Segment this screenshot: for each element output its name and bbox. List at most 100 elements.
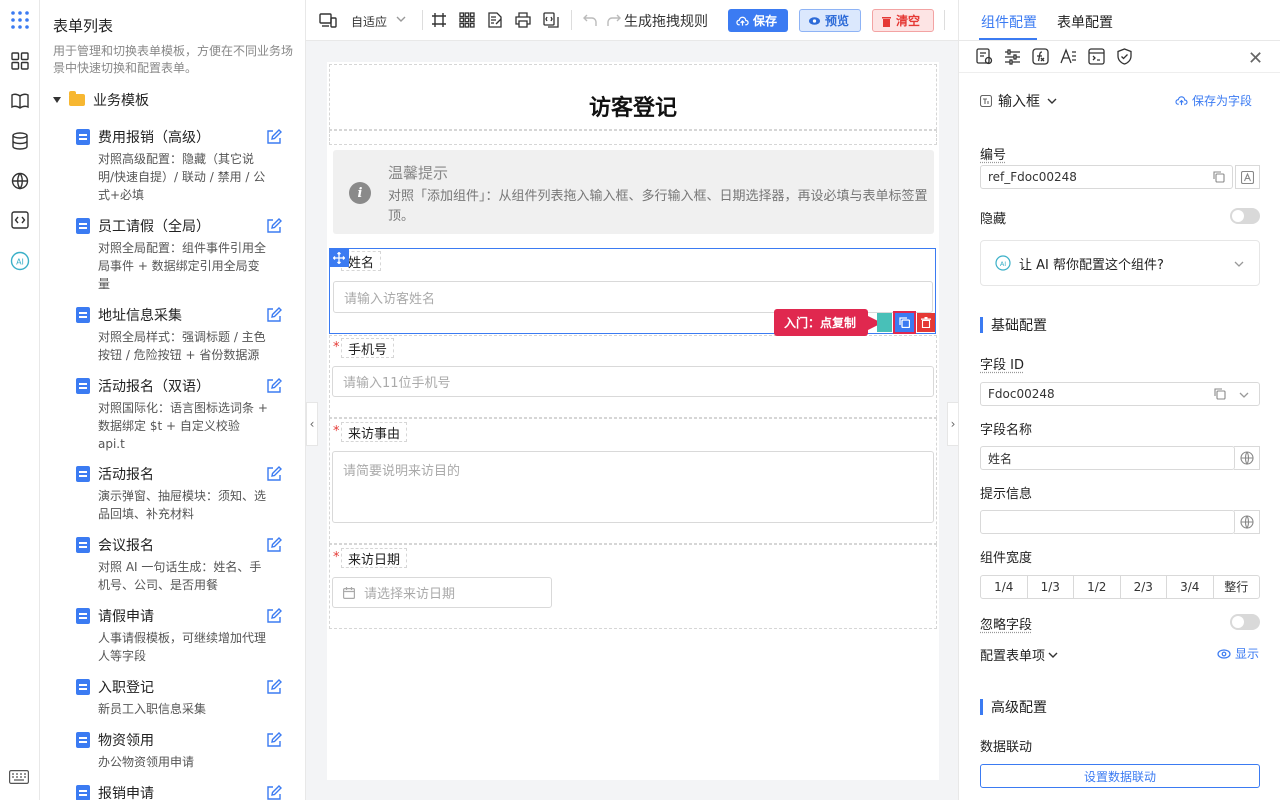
phone-input[interactable]: 请输入11位手机号 (332, 366, 934, 397)
template-desc: 对照全局配置：组件事件引用全局事件 + 数据绑定引用全局变量 (98, 241, 267, 291)
template-name: 入职登记 (98, 680, 154, 696)
chevron-down-icon (1048, 652, 1058, 658)
left-rail: AI (0, 0, 40, 800)
chevron-down-icon[interactable] (1238, 389, 1250, 401)
tab-component-config[interactable]: 组件配置 (981, 12, 1037, 32)
move-icon[interactable] (329, 249, 349, 267)
width-option[interactable]: 整行 (1214, 576, 1260, 598)
edit-icon[interactable] (266, 466, 282, 482)
tip-title: 温馨提示 (388, 164, 449, 182)
print-icon[interactable] (515, 12, 531, 28)
text-format-icon[interactable] (1235, 165, 1260, 189)
code-window-icon[interactable] (1088, 48, 1105, 65)
collapse-left-button[interactable]: ‹ (306, 402, 318, 446)
reason-textarea[interactable]: 请简要说明来访目的 (332, 451, 934, 523)
code-label: 编号 (980, 148, 1007, 163)
ai-assist-box[interactable]: AI 让 AI 帮你配置这个组件? (980, 240, 1260, 286)
tab-form-config[interactable]: 表单配置 (1057, 12, 1113, 32)
document-icon (76, 537, 90, 553)
device-icon[interactable] (319, 12, 337, 28)
sliders-icon[interactable] (1004, 48, 1021, 65)
set-linkage-button[interactable]: 设置数据联动 (980, 764, 1260, 788)
edit-icon[interactable] (266, 378, 282, 394)
edit-icon[interactable] (266, 129, 282, 145)
document-icon (76, 732, 90, 748)
layout-mode-select[interactable]: 自适应 (351, 13, 387, 30)
book-icon[interactable] (9, 90, 31, 112)
field-id-label: 字段 ID (980, 358, 1024, 373)
preview-button[interactable]: 预览 (799, 9, 861, 32)
template-group[interactable]: 业务模板 (53, 90, 149, 110)
width-option[interactable]: 3/4 (1167, 576, 1214, 598)
grid-icon[interactable] (459, 12, 475, 28)
globe-icon[interactable] (9, 170, 31, 192)
undo-icon[interactable] (582, 12, 598, 28)
save-as-field-link[interactable]: 保存为字段 (1175, 92, 1252, 109)
edit-icon[interactable] (266, 537, 282, 553)
hint-input[interactable] (980, 510, 1235, 534)
copy-icon[interactable] (1213, 171, 1225, 183)
edit-icon[interactable] (266, 307, 282, 323)
copy-icon[interactable] (1214, 388, 1226, 400)
date-placeholder: 请选择来访日期 (364, 587, 456, 602)
frame-icon[interactable] (431, 12, 447, 28)
keyboard-icon[interactable] (9, 770, 29, 784)
width-option[interactable]: 1/4 (981, 576, 1028, 598)
document-icon (76, 608, 90, 624)
save-label: 保存 (753, 14, 778, 28)
document-icon (76, 129, 90, 145)
form-canvas: 访客登记 i 温馨提示 对照「添加组件」：从组件列表拖入输入框、多行输入框、日期… (327, 62, 939, 780)
edit-icon[interactable] (266, 785, 282, 800)
template-name: 费用报销（高级） (98, 130, 210, 146)
toolbar: 自适应 生成拖拽规则 保存 预览 清空 (306, 0, 958, 41)
apps-grid-icon[interactable] (9, 9, 31, 31)
hidden-toggle[interactable] (1230, 208, 1260, 224)
globe-icon[interactable] (1234, 510, 1260, 534)
date-picker[interactable]: 请选择来访日期 (332, 577, 552, 608)
generate-rules-button[interactable]: 生成拖拽规则 (624, 11, 708, 31)
json-icon[interactable] (543, 12, 559, 28)
components-icon[interactable] (9, 50, 31, 72)
shield-icon[interactable] (1116, 48, 1133, 65)
field-reason[interactable]: * 来访事由 请简要说明来访目的 (330, 422, 936, 542)
template-desc: 人事请假模板，可继续增加代理人等字段 (98, 631, 267, 663)
form-settings-icon[interactable] (976, 48, 993, 65)
redo-icon[interactable] (606, 12, 622, 28)
delete-icon[interactable] (917, 313, 935, 332)
clear-button[interactable]: 清空 (872, 9, 934, 32)
function-icon[interactable] (1032, 48, 1049, 65)
template-name: 报销申请 (98, 786, 154, 800)
text-style-icon[interactable] (1060, 48, 1077, 65)
globe-icon[interactable] (1234, 446, 1260, 470)
width-option[interactable]: 2/3 (1121, 576, 1167, 598)
edit-icon[interactable] (266, 679, 282, 695)
width-option[interactable]: 1/3 (1028, 576, 1074, 598)
code-input[interactable]: ref_Fdoc00248 (980, 165, 1233, 189)
show-link[interactable]: 显示 (1217, 645, 1259, 662)
guide-callout: 入门：点复制 (774, 309, 883, 336)
field-phone[interactable]: * 手机号 请输入11位手机号 (330, 338, 936, 418)
ignore-field-toggle[interactable] (1230, 614, 1260, 630)
ai-icon[interactable]: AI (9, 250, 31, 272)
close-icon[interactable]: ✕ (1248, 48, 1263, 69)
field-id-input[interactable]: Fdoc00248 (980, 382, 1260, 406)
chevron-down-icon (395, 13, 407, 25)
edit-icon[interactable] (266, 608, 282, 624)
width-option[interactable]: 1/2 (1074, 576, 1121, 598)
code-icon[interactable] (9, 209, 31, 231)
edit-doc-icon[interactable] (487, 12, 503, 28)
show-label: 显示 (1235, 647, 1260, 661)
required-mark: * (333, 424, 340, 439)
save-button[interactable]: 保存 (728, 9, 788, 32)
form-items-toggle[interactable]: 配置表单项 (980, 645, 1059, 664)
field-name-input[interactable]: 姓名 (980, 446, 1235, 470)
database-icon[interactable] (9, 130, 31, 152)
drag-handle[interactable] (877, 313, 892, 332)
edit-icon[interactable] (266, 218, 282, 234)
field-date[interactable]: * 来访日期 请选择来访日期 (330, 548, 936, 628)
caret-down-icon[interactable] (53, 97, 61, 103)
edit-icon[interactable] (266, 732, 282, 748)
basic-config-heading: 基础配置 (980, 315, 1047, 335)
component-type-select[interactable]: 输入框 (980, 91, 1058, 111)
copy-icon[interactable] (893, 311, 916, 334)
